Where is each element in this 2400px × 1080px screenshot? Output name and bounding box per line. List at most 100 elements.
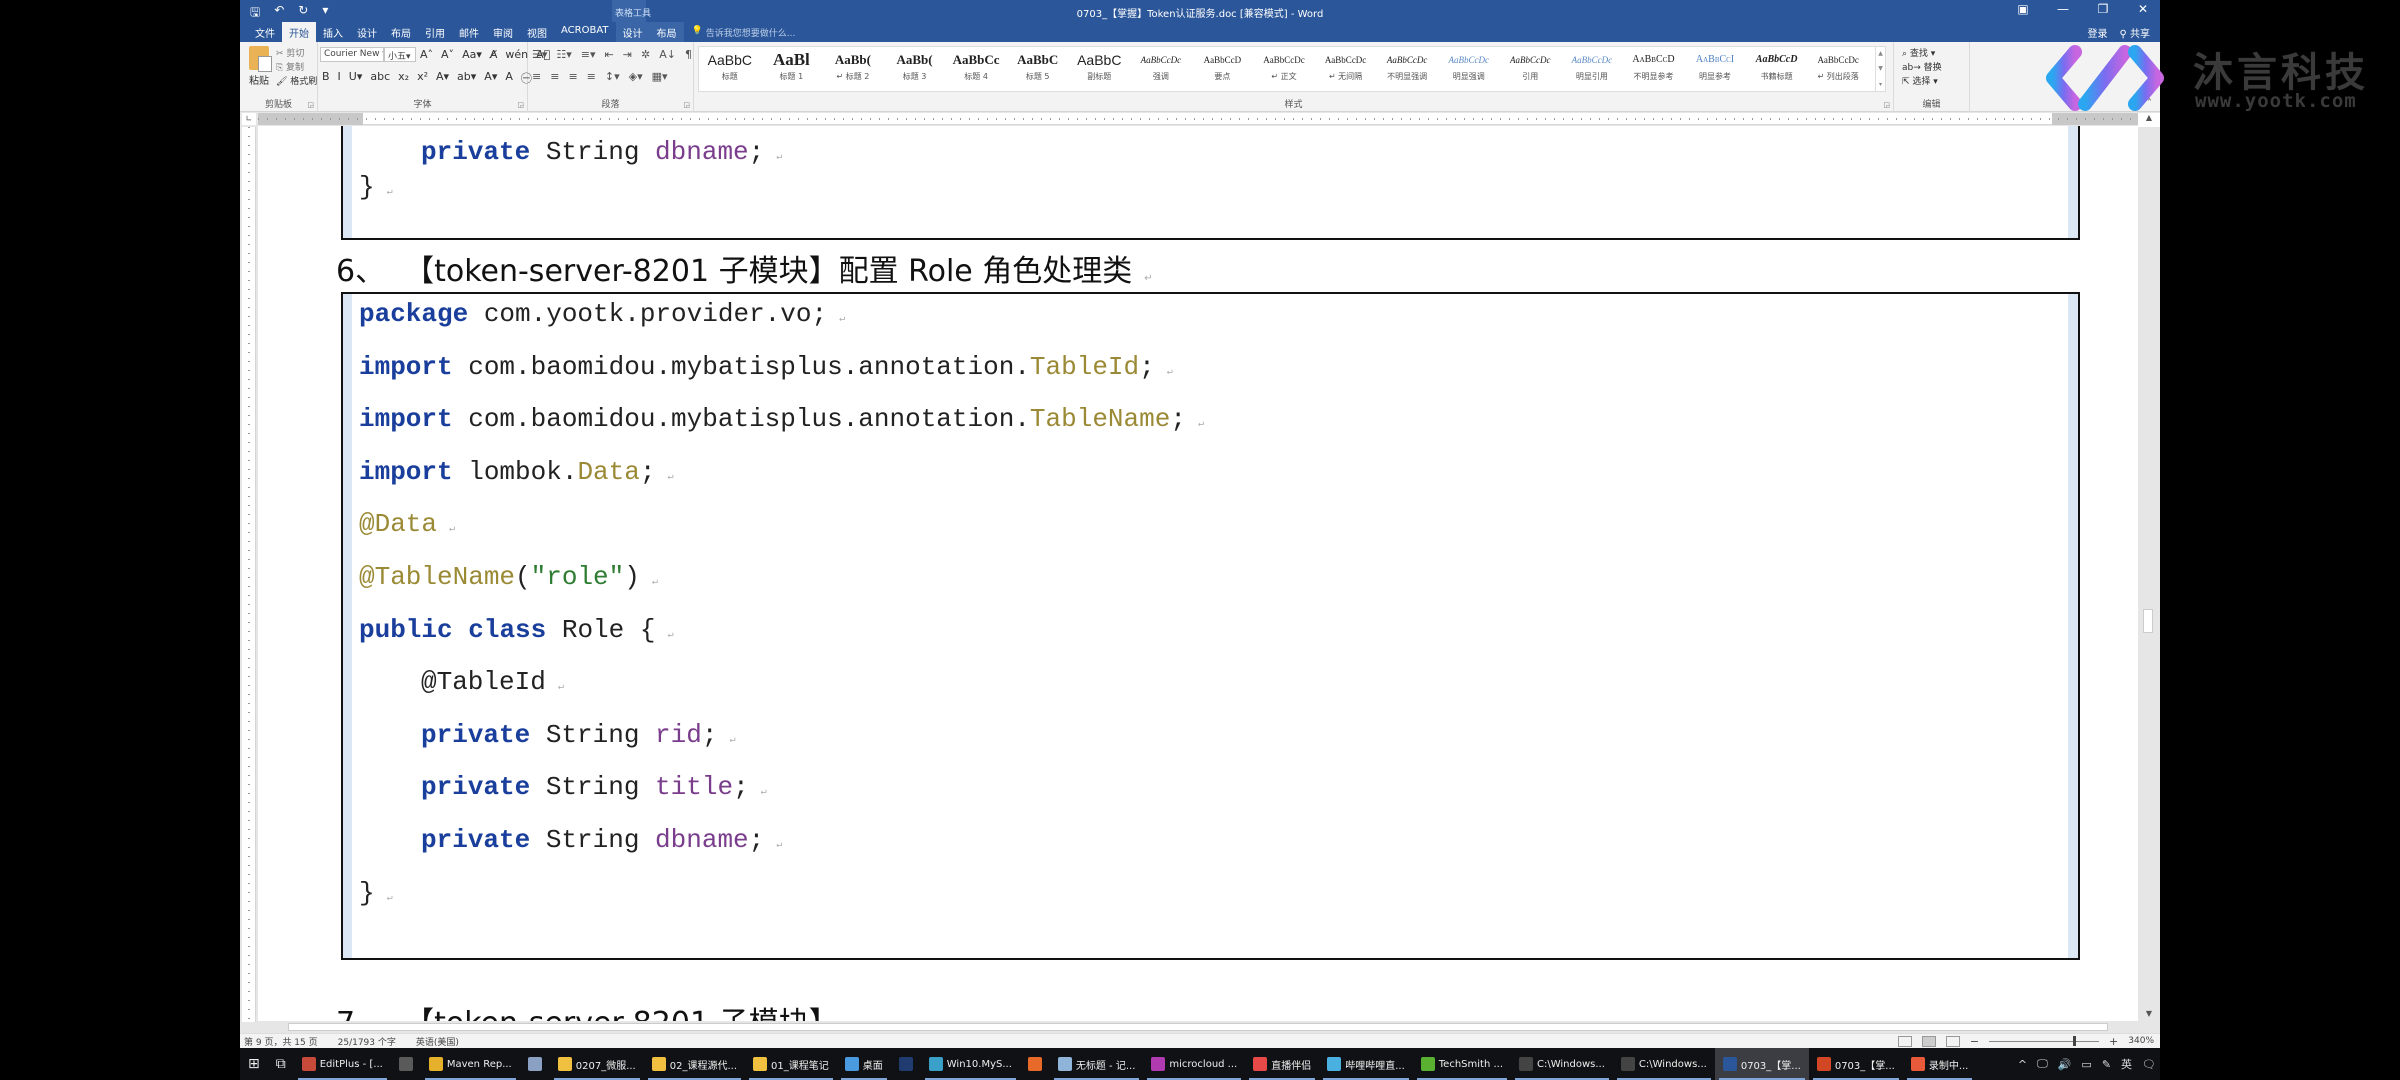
code-line[interactable]: @TableId ↵: [359, 666, 564, 698]
style-item[interactable]: AaBb(标题 3: [884, 47, 946, 91]
taskbar-bilibili-live[interactable]: 哔哩哔哩直...: [1319, 1048, 1413, 1080]
font-font-row2-button-1[interactable]: I: [338, 70, 341, 86]
tab-2[interactable]: 插入: [316, 22, 350, 42]
vertical-scroll-thumb[interactable]: [2143, 609, 2153, 633]
tell-me-search[interactable]: 💡 告诉我您想要做什么...: [684, 22, 804, 42]
read-mode-button[interactable]: [1897, 1035, 1912, 1047]
code-line[interactable]: private String dbname; ↵: [359, 824, 782, 856]
font-font-row2-button-8[interactable]: A▾: [484, 70, 497, 86]
taskbar-word[interactable]: 0703_【掌...: [1714, 1048, 1809, 1080]
paragraph-row2-button-2[interactable]: ≡: [568, 70, 577, 83]
style-item[interactable]: AaBbCc 标题 4: [945, 47, 1007, 91]
tab-11[interactable]: 布局: [649, 22, 684, 42]
show-hidden-icons[interactable]: ^: [2018, 1058, 2027, 1071]
ribbon-display-options-button[interactable]: ▣: [2016, 2, 2030, 16]
font-font-row2-button-4[interactable]: x₂: [398, 70, 409, 86]
taskbar-live-companion[interactable]: 直播伴侣: [1245, 1048, 1319, 1080]
code-line[interactable]: package com.yootk.provider.vo; ↵: [359, 298, 845, 330]
select-button[interactable]: ⇱ 选择 ▾: [1902, 74, 1938, 87]
cut-button[interactable]: ✂ 剪切: [276, 46, 304, 59]
start-button[interactable]: ⊞: [240, 1048, 268, 1080]
tab-3[interactable]: 设计: [350, 22, 384, 42]
paragraph-row2-button-4[interactable]: ↕▾: [605, 70, 620, 83]
style-item[interactable]: AaBbCcDc 明显强调: [1438, 47, 1500, 91]
taskbar-editplus[interactable]: EditPlus - [...: [294, 1048, 391, 1080]
gallery-more-icon[interactable]: ▾: [1879, 81, 1882, 88]
restore-button[interactable]: ❐: [2096, 2, 2110, 16]
style-item[interactable]: AaBbC 标题: [699, 47, 761, 91]
taskbar-mysql-workbench[interactable]: Win10.MyS...: [921, 1048, 1020, 1080]
font-name-select[interactable]: Courier New ▾: [320, 47, 384, 62]
code-line[interactable]: @TableName("role") ↵: [359, 561, 658, 593]
zoom-out-button[interactable]: −: [1970, 1035, 1979, 1048]
print-layout-button[interactable]: [1921, 1035, 1936, 1047]
redo-icon[interactable]: ↻: [298, 3, 308, 24]
pen-icon[interactable]: ✎: [2102, 1058, 2111, 1071]
login-link[interactable]: 登录: [2087, 25, 2107, 40]
paragraph-row2-button-0[interactable]: ≡: [532, 70, 541, 83]
zoom-slider-thumb[interactable]: [2072, 1036, 2076, 1046]
task-view-button[interactable]: ⧉: [268, 1048, 294, 1080]
font-font-row2-button-6[interactable]: A▾: [436, 70, 449, 86]
font-font-row1-button-1[interactable]: A˅: [441, 48, 454, 61]
taskbar-recording[interactable]: 录制中...: [1903, 1048, 1977, 1080]
zoom-slider[interactable]: [1989, 1036, 2100, 1046]
code-line[interactable]: } ↵: [359, 171, 393, 203]
code-line[interactable]: import com.baomidou.mybatisplus.annotati…: [359, 403, 1204, 435]
tab-7[interactable]: 审阅: [486, 22, 520, 42]
zoom-in-button[interactable]: +: [2109, 1035, 2118, 1048]
paragraph-row1-button-1[interactable]: ☷▾: [556, 48, 571, 61]
network-icon[interactable]: 🖵: [2037, 1057, 2048, 1071]
customize-qat-icon[interactable]: ▾: [322, 3, 328, 24]
horizontal-ruler[interactable]: [258, 113, 2138, 125]
style-item[interactable]: AaBbCcDc ↵ 列出段落: [1807, 47, 1869, 91]
code-line[interactable]: import com.baomidou.mybatisplus.annotati…: [359, 351, 1173, 383]
document-canvas[interactable]: private String dbname; ↵} ↵ 6、 【token-serve…: [258, 126, 2138, 1021]
vertical-scrollbar[interactable]: ▲ ▼: [2138, 113, 2160, 1021]
horizontal-scrollbar[interactable]: [258, 1021, 2138, 1033]
word-count[interactable]: 25/1793 个字: [338, 1035, 396, 1048]
tab-8[interactable]: 视图: [520, 22, 554, 42]
code-line[interactable]: public class Role {↵: [359, 614, 674, 646]
style-item[interactable]: AaBbCcD 不明显参考: [1623, 47, 1685, 91]
tab-selector[interactable]: ∟: [242, 113, 256, 125]
paragraph-row2-button-1[interactable]: ≡: [550, 70, 559, 83]
taskbar-chrome-maven[interactable]: Maven Rep...: [421, 1048, 520, 1080]
share-button[interactable]: ⚲ 共享: [2119, 25, 2150, 40]
taskbar-cmd-2[interactable]: C:\Windows...: [1613, 1048, 1715, 1080]
taskbar-notepad[interactable]: 无标题 - 记...: [1050, 1048, 1144, 1080]
style-item[interactable]: AaBbC 标题 5: [1007, 47, 1069, 91]
format-painter-button[interactable]: 🖌 格式刷: [276, 74, 317, 87]
style-item[interactable]: AaBbCcDc 明显引用: [1561, 47, 1623, 91]
style-item[interactable]: AaBbCcDc 强调: [1130, 47, 1192, 91]
font-font-row2-button-3[interactable]: abc: [370, 70, 390, 86]
style-item[interactable]: AaBbCcDc 不明显强调: [1376, 47, 1438, 91]
taskbar-folder-0207[interactable]: 0207_微服...: [550, 1048, 644, 1080]
style-item[interactable]: AaBbCcDc ↵ 无间隔: [1315, 47, 1377, 91]
paragraph-row1-button-7[interactable]: ¶: [685, 48, 692, 61]
paste-button[interactable]: 粘贴: [246, 46, 272, 90]
taskbar-intellij[interactable]: microcloud ...: [1143, 1048, 1245, 1080]
save-icon[interactable]: 🖫: [250, 3, 260, 24]
minimize-button[interactable]: —: [2056, 2, 2070, 16]
tab-0[interactable]: 文件: [248, 22, 282, 42]
taskbar-powerpoint[interactable]: 0703_【掌...: [1809, 1048, 1903, 1080]
taskbar-photoshop[interactable]: [891, 1048, 921, 1080]
horizontal-scroll-thumb[interactable]: [288, 1023, 2108, 1031]
taskbar-folder-01[interactable]: 01_课程笔记: [745, 1048, 837, 1080]
paragraph-row1-button-5[interactable]: ✲: [641, 48, 650, 61]
font-font-row2-button-0[interactable]: B: [322, 70, 330, 86]
scroll-up-icon[interactable]: ▲: [2138, 113, 2160, 127]
tab-4[interactable]: 布局: [384, 22, 418, 42]
zoom-level[interactable]: 340%: [2128, 1036, 2154, 1046]
paragraph-row1-button-0[interactable]: ☰▾: [532, 48, 547, 61]
tab-1[interactable]: 开始: [282, 22, 316, 42]
style-item[interactable]: AaBbCcD 书籍标题: [1746, 47, 1808, 91]
code-line[interactable]: private String title; ↵: [359, 771, 767, 803]
undo-icon[interactable]: ↶: [274, 3, 284, 24]
taskbar-cmd-1[interactable]: C:\Windows...: [1511, 1048, 1613, 1080]
font-font-row2-button-7[interactable]: ab▾: [457, 70, 476, 86]
gallery-down-icon[interactable]: ▼: [1878, 65, 1883, 72]
font-font-row1-button-3[interactable]: A̸: [490, 48, 498, 61]
volume-icon[interactable]: 🔊: [2058, 1058, 2072, 1071]
